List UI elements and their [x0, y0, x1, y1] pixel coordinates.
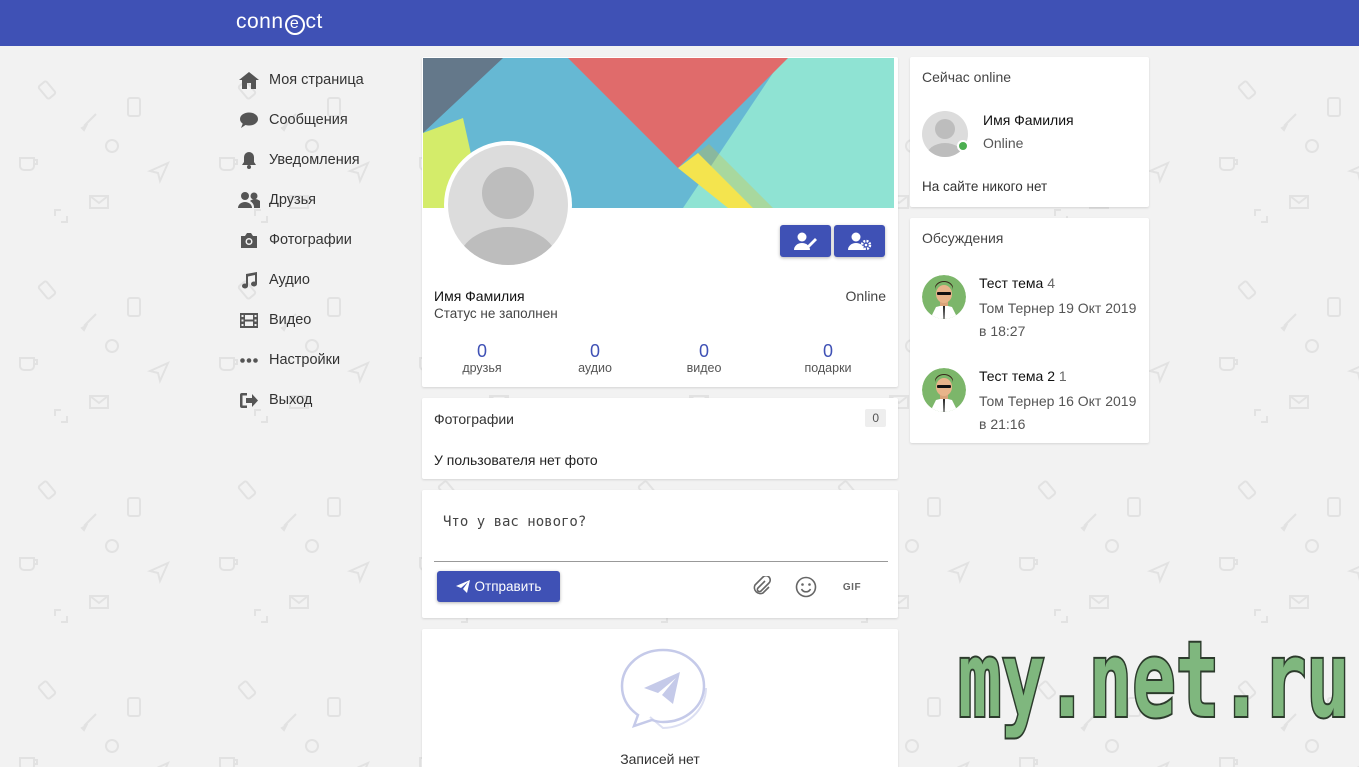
sidebar-item-friends[interactable]: Друзья: [238, 180, 408, 220]
users-icon: [238, 190, 260, 210]
user-gear-icon: [847, 232, 871, 250]
sidebar-item-audio[interactable]: Аудио: [238, 260, 408, 300]
send-post-button[interactable]: Отправить: [437, 571, 560, 602]
bell-icon: [238, 150, 260, 170]
stat-label: друзья: [462, 361, 502, 375]
discussion-title: Тест тема 4: [979, 275, 1055, 291]
paper-plane-icon: [455, 580, 470, 593]
gif-button[interactable]: GIF: [840, 575, 864, 599]
sidebar-item-video[interactable]: Видео: [238, 300, 408, 340]
sidebar-nav: Моя страница Сообщения Уведомления Друзь…: [238, 60, 408, 420]
post-input[interactable]: [434, 504, 888, 562]
wall-card: Записей нет: [422, 629, 898, 767]
photos-count-badge: 0: [865, 409, 886, 427]
online-now-card: Сейчас online Имя Фамилия Online На сайт…: [910, 57, 1149, 207]
sidebar-item-label: Фотографии: [269, 232, 352, 248]
watermark: my.net.ru: [956, 617, 1352, 743]
photos-empty-text: У пользователя нет фото: [434, 452, 598, 468]
top-bar: conn e ct: [0, 0, 1359, 46]
send-button-label: Отправить: [474, 579, 542, 594]
discussion-title-text: Тест тема 2: [979, 368, 1055, 384]
sidebar-item-label: Выход: [269, 392, 313, 408]
online-none-text: На сайте никого нет: [922, 179, 1048, 194]
profile-name: Имя Фамилия: [434, 288, 525, 304]
discussion-title: Тест тема 2 1: [979, 368, 1067, 384]
stat-label: видео: [686, 361, 722, 375]
logo[interactable]: conn e ct: [236, 10, 323, 35]
stat-value: 0: [822, 341, 833, 361]
discussion-meta: Том Тернер 16 Окт 2019 в 21:16: [979, 393, 1137, 432]
sidebar-item-messages[interactable]: Сообщения: [238, 100, 408, 140]
sidebar-item-logout[interactable]: Выход: [238, 380, 408, 420]
discussion-author-avatar: [922, 275, 966, 319]
sidebar-item-label: Сообщения: [269, 112, 348, 128]
sidebar-item-label: Уведомления: [269, 152, 360, 168]
photos-card: Фотографии 0 У пользователя нет фото: [422, 398, 898, 479]
discussions-card: Обсуждения Тест тема 4 Том Тернер 19 Окт…: [910, 218, 1149, 443]
discussion-author-avatar: [922, 368, 966, 412]
user-edit-icon: [793, 232, 817, 250]
discussion-count: 1: [1058, 368, 1067, 384]
watermark-text: my.net.ru: [958, 619, 1350, 741]
stat-audio[interactable]: 0 аудио: [550, 341, 640, 375]
profile-card: Имя Фамилия Статус не заполнен Online 0 …: [422, 57, 898, 387]
stat-label: подарки: [804, 361, 852, 375]
online-indicator: [957, 140, 969, 152]
chat-bubble-icon: [238, 110, 260, 130]
edit-profile-button[interactable]: [780, 225, 831, 257]
home-icon: [238, 70, 260, 90]
sidebar-item-my-page[interactable]: Моя страница: [238, 60, 408, 100]
sidebar-item-label: Моя страница: [269, 72, 364, 88]
profile-settings-button[interactable]: [834, 225, 885, 257]
sidebar-item-label: Настройки: [269, 352, 341, 368]
sidebar-item-settings[interactable]: Настройки: [238, 340, 408, 380]
attach-button[interactable]: [750, 575, 774, 599]
profile-online-status: Online: [845, 288, 886, 304]
profile-avatar[interactable]: [444, 141, 572, 269]
dots-icon: [238, 350, 260, 370]
stat-label: аудио: [578, 361, 612, 375]
sidebar-item-label: Аудио: [269, 272, 310, 288]
sidebar-item-notifications[interactable]: Уведомления: [238, 140, 408, 180]
telegram-bubble-icon: [620, 648, 707, 730]
new-post-card: Отправить GIF: [422, 490, 898, 618]
discussions-title: Обсуждения: [922, 230, 1004, 246]
stat-video[interactable]: 0 видео: [659, 341, 749, 375]
smile-icon: [795, 576, 817, 598]
sidebar-item-photos[interactable]: Фотографии: [238, 220, 408, 260]
music-icon: [238, 270, 260, 290]
film-icon: [238, 310, 260, 330]
gif-label: GIF: [842, 581, 862, 593]
profile-status[interactable]: Статус не заполнен: [434, 306, 558, 321]
photos-title[interactable]: Фотографии: [434, 411, 514, 427]
online-user-state: Online: [983, 135, 1024, 151]
emoji-button[interactable]: [794, 575, 818, 599]
stat-gifts[interactable]: 0 подарки: [783, 341, 873, 375]
camera-icon: [238, 230, 260, 250]
stat-value: 0: [476, 341, 487, 361]
discussion-count: 4: [1047, 275, 1055, 291]
sidebar-item-label: Друзья: [269, 192, 317, 208]
discussion-title-text: Тест тема: [979, 275, 1044, 291]
paperclip-icon: [753, 576, 772, 595]
sidebar-item-label: Видео: [269, 312, 312, 328]
stat-value: 0: [589, 341, 600, 361]
online-user-name[interactable]: Имя Фамилия: [983, 112, 1074, 128]
discussion-meta: Том Тернер 19 Окт 2019 в 18:27: [979, 300, 1137, 339]
stat-friends[interactable]: 0 друзья: [437, 341, 527, 375]
logout-icon: [238, 390, 260, 410]
stat-value: 0: [698, 341, 709, 361]
wall-empty-text: Записей нет: [620, 751, 700, 767]
online-now-title: Сейчас online: [922, 69, 1012, 85]
